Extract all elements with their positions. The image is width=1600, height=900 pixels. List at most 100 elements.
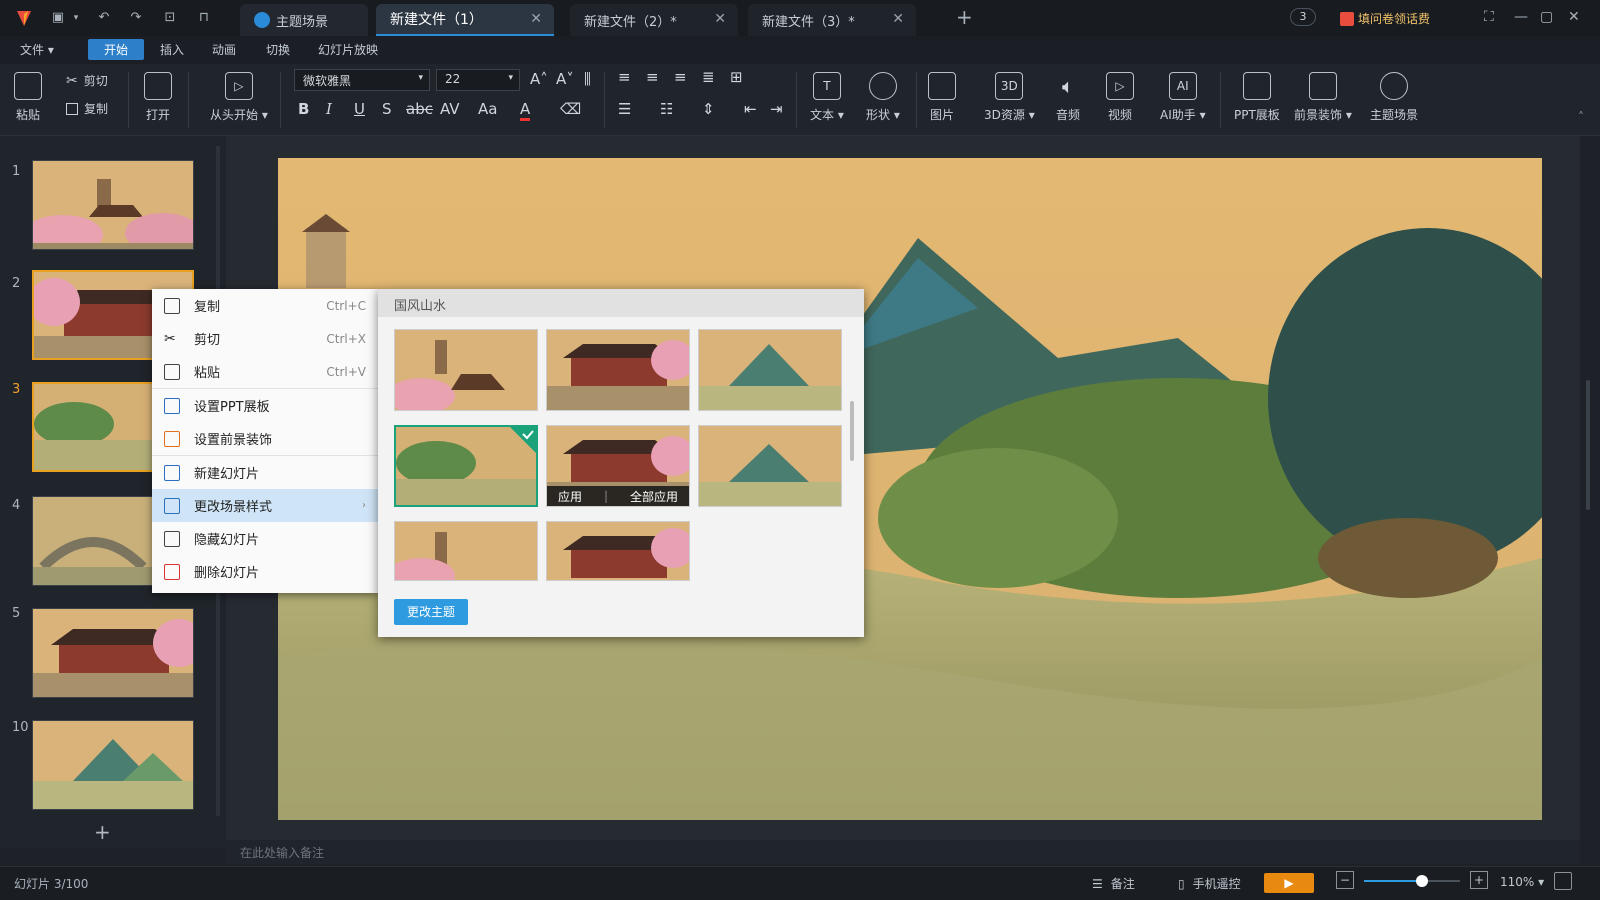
bullet-list-icon[interactable]: ☰ [618, 100, 631, 118]
maximize-icon[interactable]: ▢ [1540, 9, 1553, 25]
tab-new-file-2[interactable]: 新建文件（2）* ✕ [570, 4, 738, 36]
menu-item-hide-slide[interactable]: 隐藏幻灯片 [152, 522, 378, 555]
scene-panel-scrollbar[interactable] [850, 401, 854, 461]
underline-icon[interactable]: U [354, 100, 365, 118]
text-button[interactable]: T 文本 ▾ [810, 72, 844, 123]
tab-new-file-3[interactable]: 新建文件（3）* ✕ [748, 4, 916, 36]
apply-all-button[interactable]: 全部应用 [630, 488, 678, 505]
font-size-select[interactable]: 22 ▾ [436, 69, 520, 91]
preview-icon[interactable]: ⊡ [162, 10, 178, 26]
scene-option-pagoda[interactable] [394, 329, 538, 411]
slide-thumbnail-1[interactable] [32, 160, 194, 250]
scene-option-pagoda-2[interactable] [394, 521, 538, 581]
decrease-indent-icon[interactable]: ⇤ [744, 100, 757, 118]
add-slide-icon[interactable]: + [94, 820, 111, 844]
zoom-in-icon[interactable]: + [1470, 871, 1488, 889]
fit-window-icon[interactable] [1554, 872, 1572, 890]
menu-item-copy[interactable]: 复制 Ctrl+C [152, 289, 378, 322]
zoom-level[interactable]: 110% ▾ [1500, 875, 1544, 889]
zoom-slider-knob[interactable] [1415, 875, 1428, 887]
survey-link[interactable]: 填问卷领话费 [1340, 10, 1430, 27]
menu-item-set-foreground[interactable]: 设置前景装饰 [152, 422, 378, 455]
theme-scene-button[interactable]: 主题场景 [1370, 72, 1418, 123]
scene-option-palace-hover[interactable]: 应用 | 全部应用 [546, 425, 690, 507]
zoom-slider[interactable] [1364, 875, 1460, 887]
menu-item-set-ppt-board[interactable]: 设置PPT展板 [152, 389, 378, 422]
increase-indent-icon[interactable]: ⇥ [770, 100, 783, 118]
notes-toggle[interactable]: ☰ 备注 [1092, 875, 1135, 892]
scene-option-palace-2[interactable] [546, 521, 690, 581]
save-icon[interactable]: ▣ [50, 10, 66, 26]
decrease-font-icon[interactable]: A˅ [556, 70, 574, 88]
increase-font-icon[interactable]: A˄ [530, 70, 548, 88]
bold-icon[interactable]: B [298, 100, 309, 118]
copy-button[interactable]: 复制 [66, 100, 108, 117]
foreground-decor-button[interactable]: 前景装饰 ▾ [1294, 72, 1352, 123]
add-tab-icon[interactable]: + [956, 5, 973, 29]
menu-slideshow[interactable]: 幻灯片放映 [318, 41, 378, 58]
font-family-select[interactable]: 微软雅黑 ▾ [294, 69, 430, 91]
menu-home[interactable]: 开始 [88, 39, 145, 60]
shape-button[interactable]: 形状 ▾ [866, 72, 900, 123]
change-theme-button[interactable]: 更改主题 [394, 599, 468, 625]
mobile-remote-button[interactable]: ▯ 手机遥控 [1178, 875, 1241, 892]
close-icon[interactable]: ✕ [892, 11, 904, 27]
justify-icon[interactable]: ≣ [702, 68, 715, 86]
align-left-icon[interactable]: ≡ [618, 68, 631, 86]
menu-item-cut[interactable]: ✂ 剪切 Ctrl+X [152, 322, 378, 355]
slide-thumbnail-10[interactable] [32, 720, 194, 810]
minimize-icon[interactable]: — [1514, 9, 1528, 25]
scene-option-mountains[interactable] [698, 329, 842, 411]
paste-button[interactable]: 粘贴 [14, 72, 42, 123]
shadow-icon[interactable]: S [382, 100, 392, 118]
align-right-icon[interactable]: ≡ [674, 68, 687, 86]
collapse-ribbon-icon[interactable]: ˄ [1578, 110, 1584, 124]
change-case-icon[interactable]: Aa [478, 100, 497, 118]
notification-badge[interactable]: 3 [1290, 8, 1316, 26]
zoom-out-icon[interactable]: − [1336, 871, 1354, 889]
play-slideshow-button[interactable]: ▶ [1264, 873, 1314, 893]
scene-option-palace[interactable] [546, 329, 690, 411]
tab-new-file-1[interactable]: 新建文件（1） ✕ [376, 4, 554, 36]
audio-button[interactable]: 🔈︎ 音频 [1054, 72, 1082, 123]
menu-item-paste[interactable]: 粘贴 Ctrl+V [152, 355, 378, 388]
menu-file[interactable]: 文件 ▾ [20, 41, 54, 58]
redo-icon[interactable]: ↷ [128, 10, 144, 26]
chevron-down-icon[interactable]: ▾ [68, 10, 84, 26]
scene-option-mountains-2[interactable] [698, 425, 842, 507]
line-spacing-icon[interactable]: ⇕ [702, 100, 715, 118]
close-icon[interactable]: ✕ [530, 11, 542, 27]
cut-button[interactable]: ✂ 剪切 [66, 72, 108, 89]
ppt-board-button[interactable]: PPT展板 [1234, 72, 1280, 123]
slide-thumbnail-5[interactable] [32, 608, 194, 698]
fullscreen-icon[interactable]: ⛶ [1484, 9, 1494, 25]
window-close-icon[interactable]: ✕ [1568, 9, 1580, 25]
notes-input[interactable]: 在此处输入备注 [226, 840, 1580, 864]
distribute-icon[interactable]: ⊞ [730, 68, 743, 86]
tab-theme-scene[interactable]: 主题场景 [240, 4, 368, 36]
undo-icon[interactable]: ↶ [96, 10, 112, 26]
apply-button[interactable]: 应用 [558, 488, 582, 505]
3d-resource-button[interactable]: 3D 3D资源 ▾ [984, 72, 1035, 123]
folder-icon[interactable]: ⊓ [196, 10, 212, 26]
menu-transition[interactable]: 切换 [266, 41, 290, 58]
char-spacing-icon[interactable]: AV [440, 100, 460, 118]
font-color-icon[interactable]: A [520, 100, 531, 121]
open-button[interactable]: 打开 [144, 72, 172, 123]
align-center-icon[interactable]: ≡ [646, 68, 659, 86]
ai-assistant-button[interactable]: AI AI助手 ▾ [1160, 72, 1206, 123]
play-from-start-button[interactable]: ▷ 从头开始 ▾ [210, 72, 268, 123]
close-icon[interactable]: ✕ [714, 11, 726, 27]
eraser-icon[interactable]: ⌫ [560, 100, 581, 118]
image-button[interactable]: 图片 [928, 72, 956, 123]
menu-insert[interactable]: 插入 [160, 41, 184, 58]
menu-item-new-slide[interactable]: 新建幻灯片 [152, 456, 378, 489]
scene-option-landscape-selected[interactable] [394, 425, 538, 507]
numbered-list-icon[interactable]: ☷ [660, 100, 673, 118]
menu-item-change-scene-style[interactable]: 更改场景样式 › [152, 489, 378, 522]
video-button[interactable]: ▷ 视频 [1106, 72, 1134, 123]
stage-scrollbar[interactable] [1586, 380, 1590, 510]
menu-item-delete-slide[interactable]: 删除幻灯片 [152, 555, 378, 588]
italic-icon[interactable]: I [326, 100, 332, 118]
strikethrough-icon[interactable]: abc [406, 100, 433, 118]
